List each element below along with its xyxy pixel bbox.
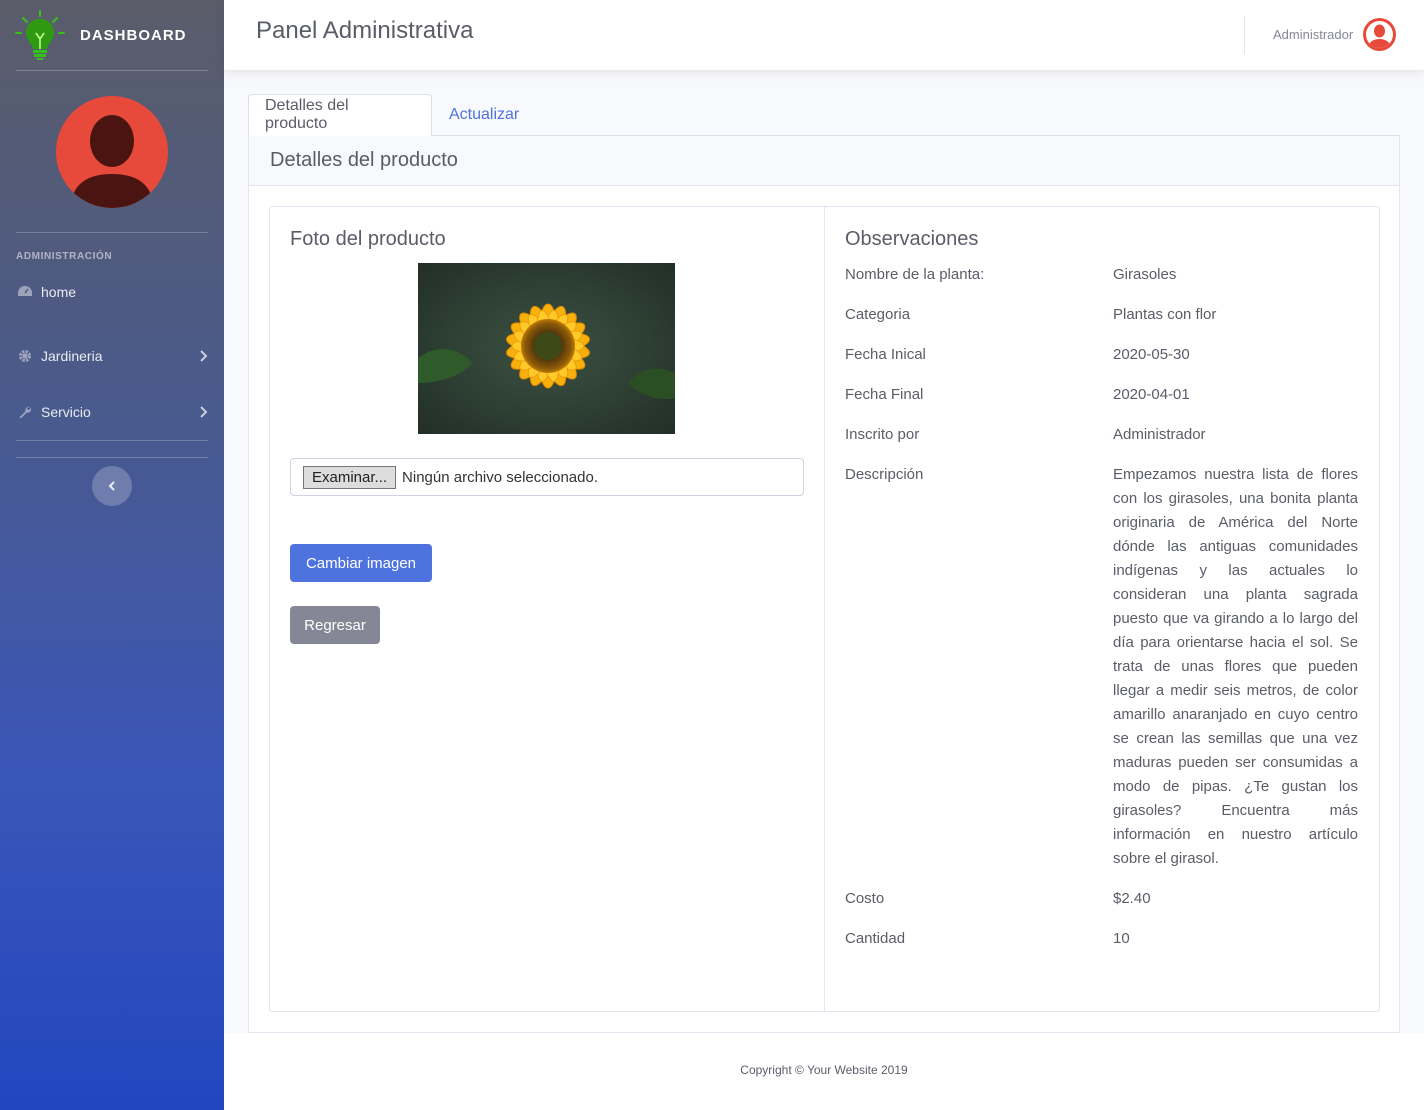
browse-button[interactable]: Examinar... xyxy=(303,465,397,489)
sidebar-divider xyxy=(16,70,208,71)
sidebar-divider xyxy=(16,457,208,458)
details-list: Nombre de la planta: Girasoles Categoria… xyxy=(845,263,1358,967)
change-image-button[interactable]: Cambiar imagen xyxy=(290,544,432,582)
detail-row: Descripción Empezamos nuestra lista de f… xyxy=(845,463,1358,871)
detail-value: 2020-05-30 xyxy=(1113,346,1190,363)
detail-row: Nombre de la planta: Girasoles xyxy=(845,263,1358,287)
observations-column: Observaciones Nombre de la planta: Giras… xyxy=(825,207,1379,1011)
photo-column: Foto del producto Examinar... Ningún arc… xyxy=(270,207,825,1011)
sidebar-divider xyxy=(16,440,208,441)
chevron-right-icon xyxy=(200,350,208,362)
sidebar: DASHBOARD Administración home Jardineria xyxy=(0,0,224,1110)
file-status: Ningún archivo seleccionado. xyxy=(402,468,598,486)
detail-label: Costo xyxy=(845,890,885,907)
sidebar-item-label: home xyxy=(41,284,77,300)
detail-row: Categoria Plantas con flor xyxy=(845,303,1358,327)
card-header: Detalles del producto xyxy=(249,136,1399,186)
detail-row: Fecha Inical 2020-05-30 xyxy=(845,343,1358,367)
observations-title: Observaciones xyxy=(845,228,979,250)
file-input[interactable]: Examinar... Ningún archivo seleccionado. xyxy=(290,458,804,496)
gear-icon xyxy=(17,348,33,364)
wrench-icon xyxy=(17,404,33,420)
detail-row: Cantidad 10 xyxy=(845,927,1358,951)
sidebar-item-home[interactable]: home xyxy=(0,272,224,312)
sidebar-item-servicio[interactable]: Servicio xyxy=(0,384,224,440)
detail-value: 10 xyxy=(1113,930,1130,947)
sidebar-toggle-button[interactable] xyxy=(92,466,132,506)
detail-value: Girasoles xyxy=(1113,266,1177,283)
detail-value: Administrador xyxy=(1113,426,1206,443)
detail-row: Costo $2.40 xyxy=(845,887,1358,911)
tab-bar: Detalles del producto Actualizar xyxy=(248,94,1400,136)
sidebar-heading: Administración xyxy=(16,251,113,262)
dashboard-icon xyxy=(17,284,33,300)
detail-label: Nombre de la planta: xyxy=(845,266,985,283)
detail-label: Descripción xyxy=(845,466,924,483)
detail-label: Categoria xyxy=(845,306,911,323)
page-title: Panel Administrativa xyxy=(256,17,474,44)
sidebar-item-jardineria[interactable]: Jardineria xyxy=(0,328,224,384)
detail-value: 2020-04-01 xyxy=(1113,386,1190,403)
brand-title: DASHBOARD xyxy=(80,26,187,44)
description-value: Empezamos nuestra lista de flores con lo… xyxy=(1113,466,1358,867)
footer: Copyright © Your Website 2019 xyxy=(224,1033,1424,1110)
back-button[interactable]: Regresar xyxy=(290,606,380,644)
sidebar-brand[interactable]: DASHBOARD xyxy=(0,0,224,70)
detail-value: $2.40 xyxy=(1113,890,1151,907)
lightbulb-icon xyxy=(15,10,65,60)
product-panel: Foto del producto Examinar... Ningún arc… xyxy=(269,206,1380,1012)
copyright-text: Copyright © Your Website 2019 xyxy=(740,1063,908,1077)
detail-label: Fecha Final xyxy=(845,386,924,403)
chevron-left-icon xyxy=(108,481,115,491)
tab-details[interactable]: Detalles del producto xyxy=(248,94,432,136)
product-card: Detalles del producto Foto del producto xyxy=(248,136,1400,1033)
detail-value: Plantas con flor xyxy=(1113,306,1217,323)
product-photo xyxy=(418,263,675,434)
topbar: Panel Administrativa Administrador xyxy=(224,0,1424,70)
sidebar-item-label: Jardineria xyxy=(41,348,103,364)
user-avatar-large xyxy=(56,96,168,208)
topbar-divider xyxy=(1244,16,1245,54)
tab-update[interactable]: Actualizar xyxy=(433,94,535,136)
chevron-right-icon xyxy=(200,406,208,418)
photo-title: Foto del producto xyxy=(290,228,446,250)
detail-row: Fecha Final 2020-04-01 xyxy=(845,383,1358,407)
detail-label: Cantidad xyxy=(845,930,906,947)
sidebar-item-label: Servicio xyxy=(41,404,91,420)
user-name[interactable]: Administrador xyxy=(1273,27,1353,42)
avatar[interactable] xyxy=(1363,18,1396,51)
detail-label: Fecha Inical xyxy=(845,346,926,363)
detail-row: Inscrito por Administrador xyxy=(845,423,1358,447)
detail-label: Inscrito por xyxy=(845,426,920,443)
